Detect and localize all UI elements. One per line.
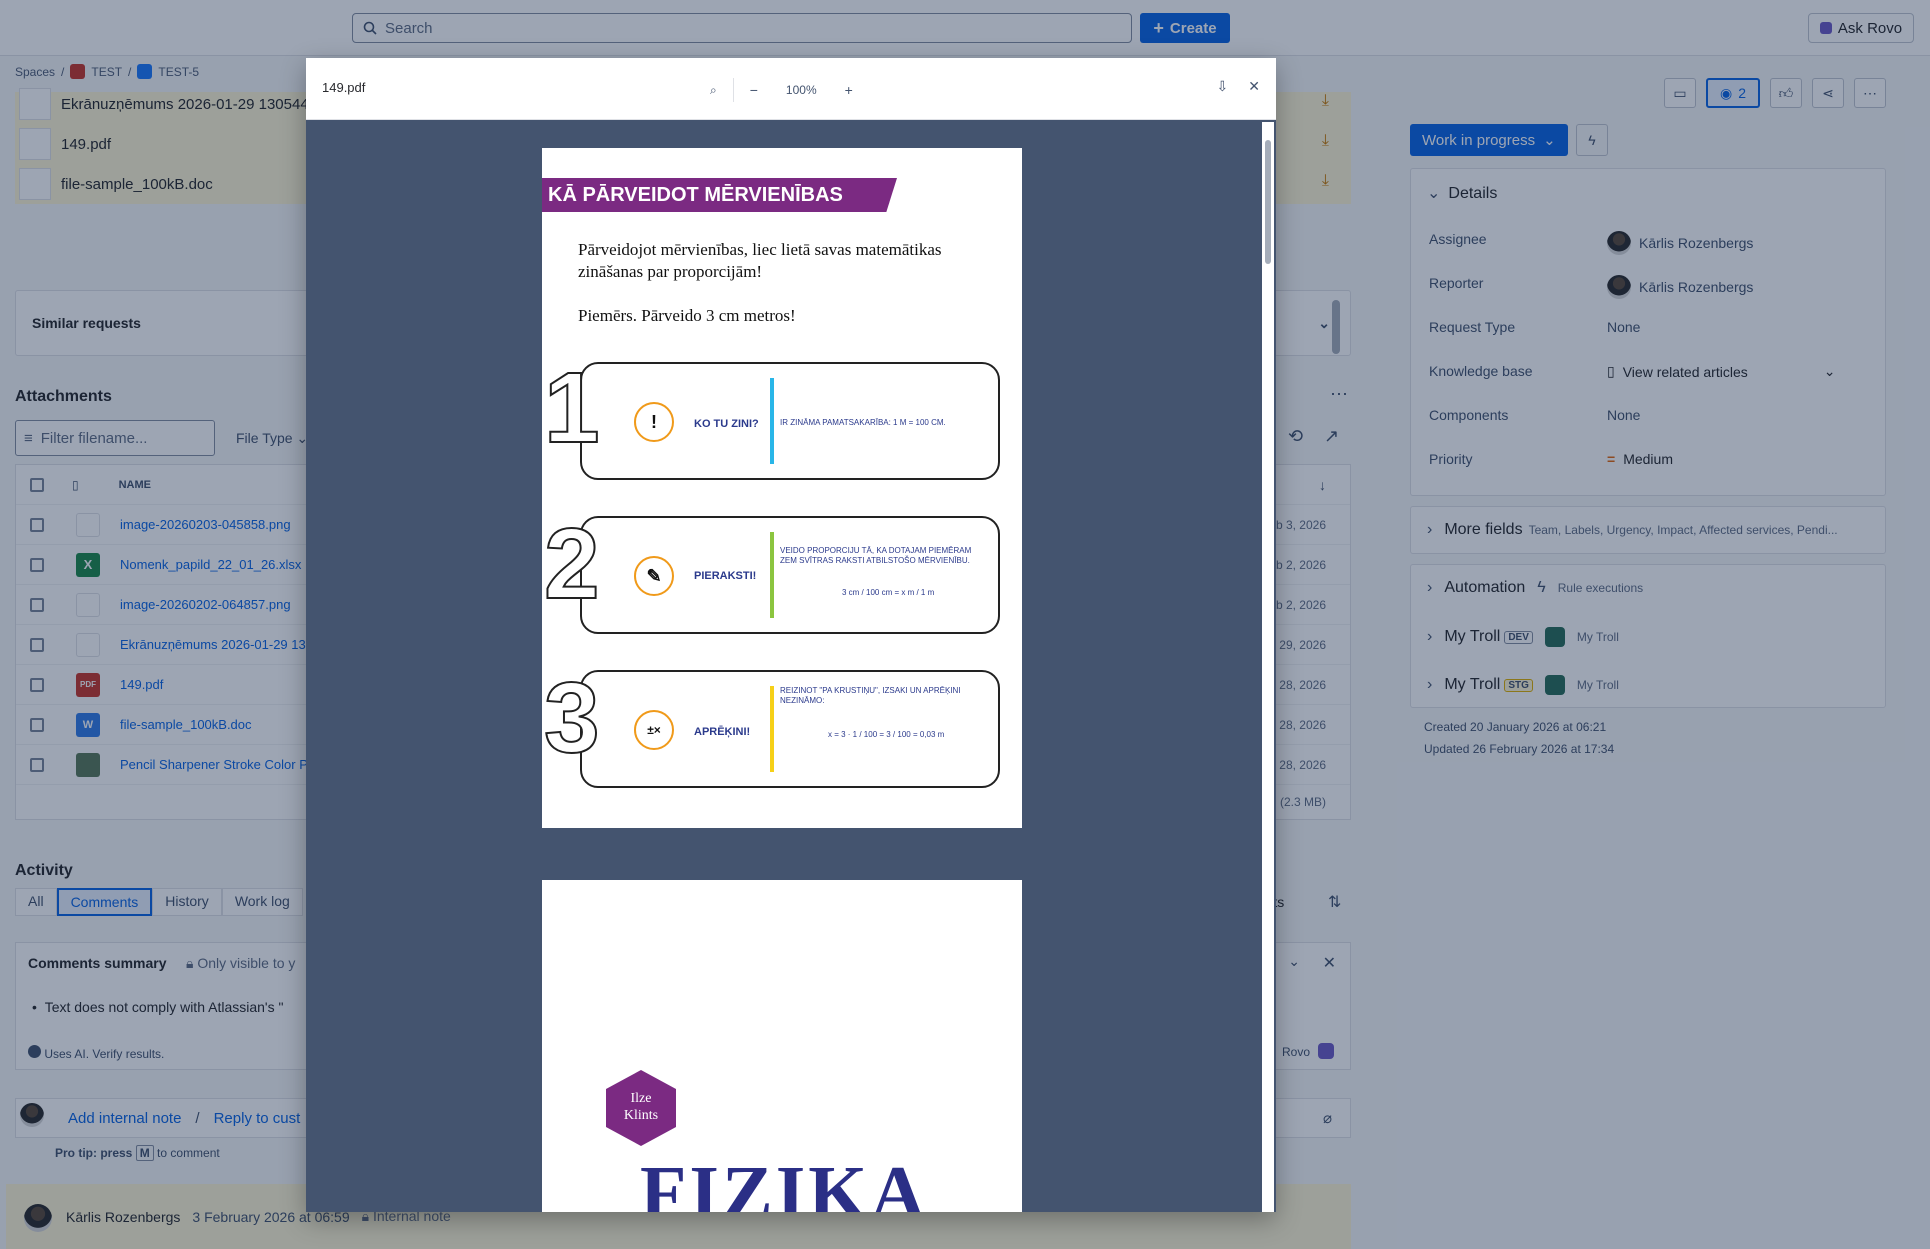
zoom-search-icon[interactable]: ⌕ <box>710 83 717 98</box>
close-icon[interactable]: ✕ <box>1248 78 1260 95</box>
zoom-in-button[interactable]: + <box>845 82 853 98</box>
step-number-3: 3 <box>543 662 601 774</box>
author-hexagon: Ilze Klints <box>606 1070 676 1146</box>
pdf-viewer-modal: 149.pdf ⌕ − 100% + ⇩ ✕ KĀ PĀRVEIDOT MĒRV… <box>306 58 1276 1212</box>
math-operators-icon: ±× <box>634 710 674 750</box>
step-number-2: 2 <box>543 508 601 620</box>
pdf-page-1: KĀ PĀRVEIDOT MĒRVIENĪBAS Pārveidojot mēr… <box>542 148 1022 828</box>
pencil-icon: ✎ <box>634 556 674 596</box>
zoom-controls: ⌕ − 100% + <box>710 78 853 102</box>
proportion-formula: 3 cm / 100 cm = x m / 1 m <box>842 588 935 597</box>
download-cloud-icon[interactable]: ⇩ <box>1217 78 1229 95</box>
viewer-filename: 149.pdf <box>322 80 366 95</box>
zoom-out-button[interactable]: − <box>750 82 758 98</box>
step-number-1: 1 <box>543 352 601 464</box>
page-title: KĀ PĀRVEIDOT MĒRVIENĪBAS <box>542 178 897 212</box>
intro-line-2: zināšanas par proporcijām! <box>578 262 763 281</box>
book-title: FIZIKA <box>640 1151 929 1212</box>
step-1-box: ! KO TU ZINI? IR ZINĀMA PAMATSAKARĪBA: 1… <box>580 362 1000 480</box>
example-line: Piemērs. Pārveido 3 cm metros! <box>578 306 796 325</box>
step-3-box: ±× APRĒĶINI! REIZINOT "PA KRUSTIŅU", IZS… <box>580 670 1000 788</box>
intro-line-1: Pārveidojot mērvienības, liec lietā sava… <box>578 240 942 259</box>
calculation-formula: x = 3 · 1 / 100 = 3 / 100 = 0,03 m <box>828 730 945 739</box>
pdf-page-2: Ilze Klints FIZIKA <box>542 880 1022 1212</box>
exclamation-icon: ! <box>634 402 674 442</box>
viewer-scrollbar[interactable] <box>1262 122 1274 1212</box>
step-2-box: ✎ PIERAKSTI! VEIDO PROPORCIJU TĀ, KA DOT… <box>580 516 1000 634</box>
zoom-level: 100% <box>785 83 817 97</box>
viewer-header: 149.pdf ⌕ − 100% + ⇩ ✕ <box>306 58 1276 120</box>
scrollbar-thumb[interactable] <box>1265 140 1271 264</box>
